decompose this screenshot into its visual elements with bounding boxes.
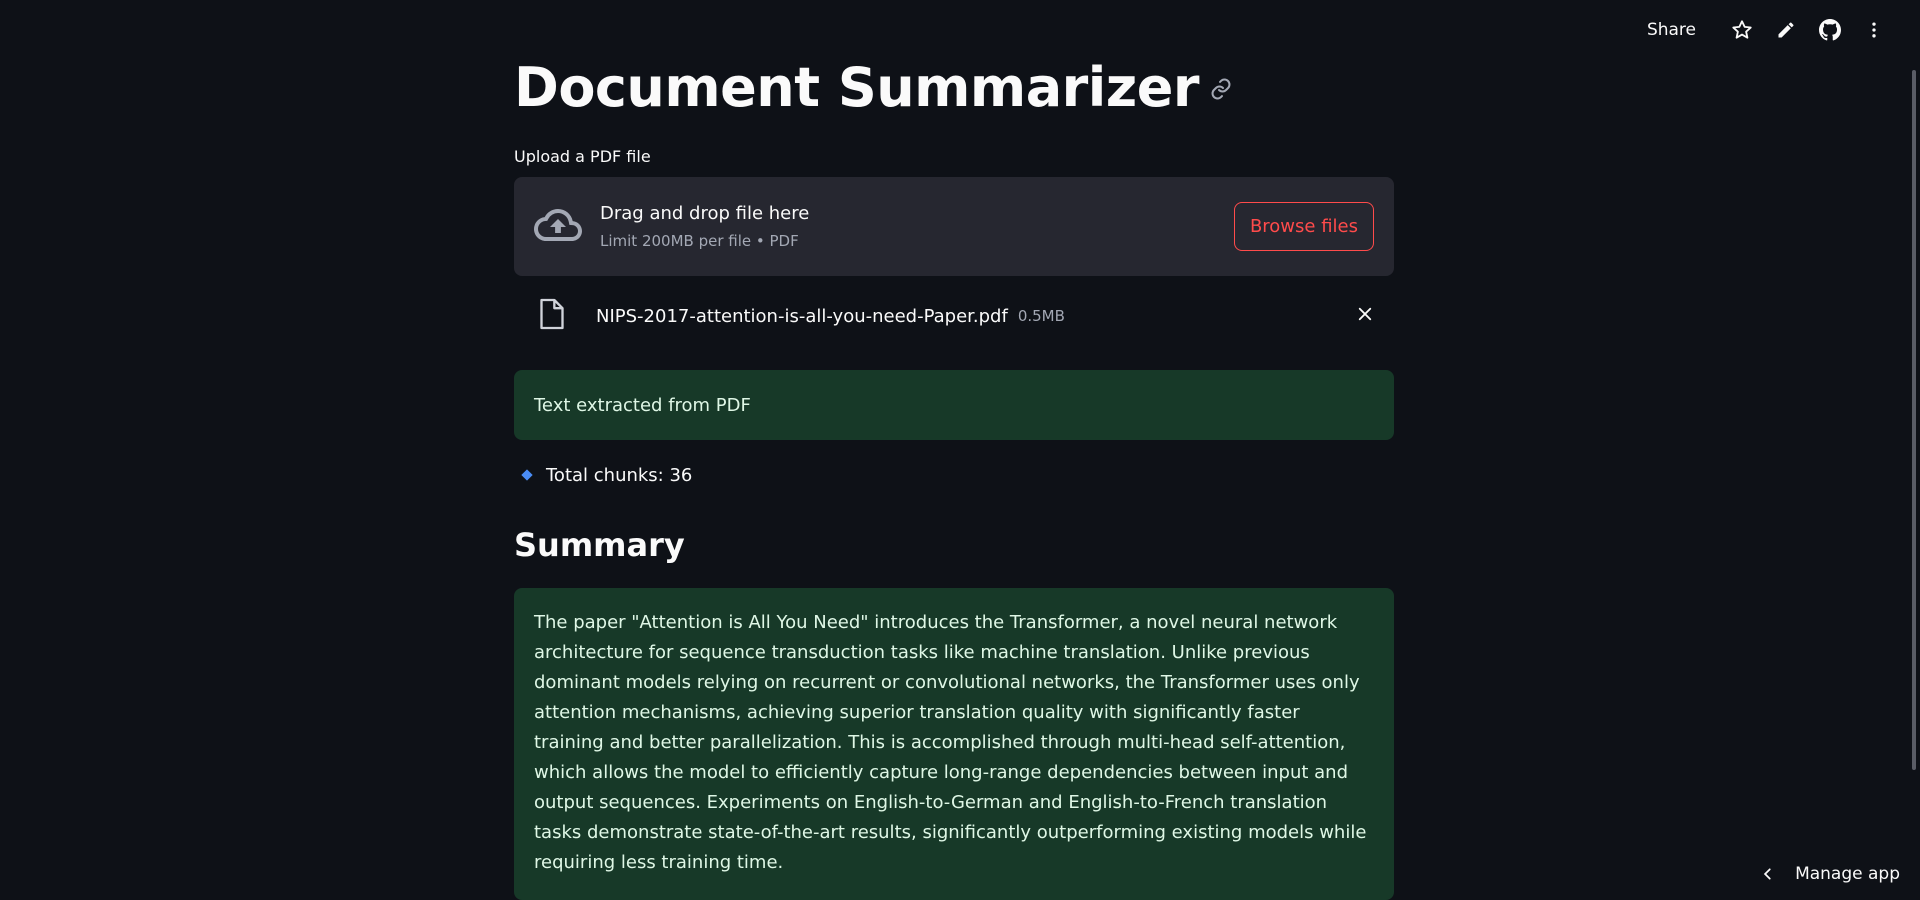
dropzone-instruction: Drag and drop file here: [600, 203, 1234, 224]
star-icon[interactable]: [1720, 8, 1764, 52]
dropzone-text: Drag and drop file here Limit 200MB per …: [600, 203, 1234, 250]
summary-text: The paper "Attention is All You Need" in…: [514, 588, 1394, 900]
chunks-text: Total chunks: 36: [546, 465, 692, 486]
link-icon[interactable]: [1209, 77, 1233, 105]
file-dropzone[interactable]: Drag and drop file here Limit 200MB per …: [514, 177, 1394, 276]
summary-heading: Summary: [514, 526, 1394, 566]
diamond-icon: [521, 469, 532, 480]
chevron-left-icon: [1761, 867, 1775, 881]
uploaded-file-row: NIPS-2017-attention-is-all-you-need-Pape…: [514, 276, 1394, 356]
top-toolbar: Share: [1637, 0, 1920, 60]
manage-app-button[interactable]: Manage app: [1761, 860, 1900, 888]
upload-label: Upload a PDF file: [514, 147, 1394, 167]
page-title: Document Summarizer: [514, 56, 1199, 119]
more-vertical-icon[interactable]: [1852, 8, 1896, 52]
file-name: NIPS-2017-attention-is-all-you-need-Pape…: [596, 306, 1008, 327]
file-icon: [538, 297, 566, 335]
scrollbar[interactable]: [1912, 70, 1916, 770]
dropzone-limit: Limit 200MB per file • PDF: [600, 232, 1234, 250]
chunks-info: Total chunks: 36: [514, 464, 1394, 486]
close-icon[interactable]: [1356, 305, 1374, 327]
main-content: Document Summarizer Upload a PDF file Dr…: [514, 0, 1394, 900]
manage-app-label: Manage app: [1795, 864, 1900, 884]
file-size: 0.5MB: [1018, 307, 1065, 325]
github-icon[interactable]: [1808, 8, 1852, 52]
title-row: Document Summarizer: [514, 55, 1394, 119]
browse-files-button[interactable]: Browse files: [1234, 202, 1374, 251]
share-button[interactable]: Share: [1637, 14, 1706, 46]
success-alert: Text extracted from PDF: [514, 370, 1394, 440]
pencil-icon[interactable]: [1764, 8, 1808, 52]
cloud-upload-icon: [534, 201, 582, 253]
